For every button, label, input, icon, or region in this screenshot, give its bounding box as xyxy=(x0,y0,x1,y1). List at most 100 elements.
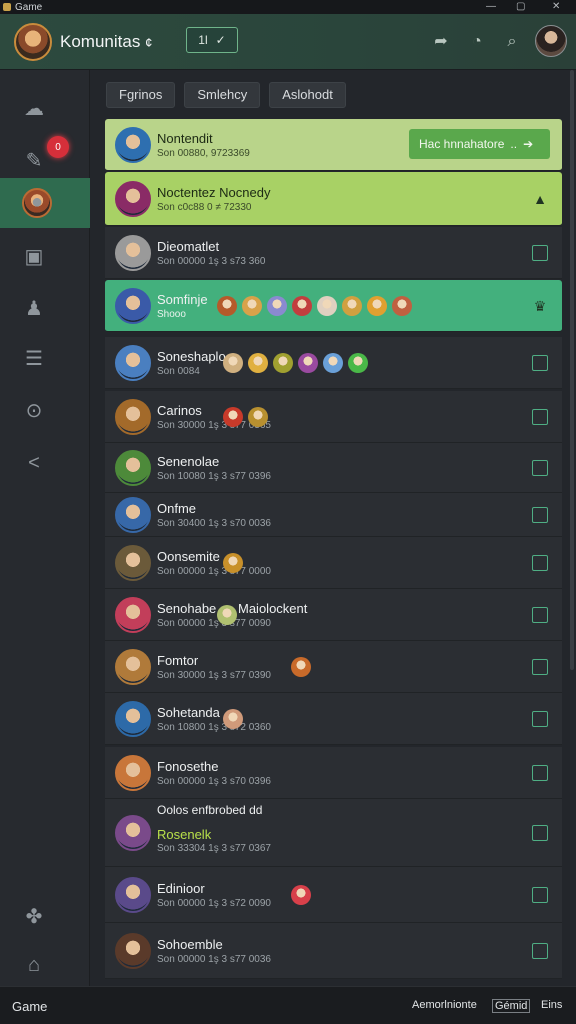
sidebar-item-trash[interactable]: ▣ xyxy=(0,232,90,282)
footer-game-label[interactable]: Game xyxy=(12,999,47,1014)
member-avatar xyxy=(348,353,368,373)
sidebar: ☁ ✎ 0 ● ▣ ♟ ☰ ⊙ < ✤ ⌂ xyxy=(0,70,90,986)
sidebar-item-list[interactable]: ☰ xyxy=(0,334,90,384)
minimize-button[interactable]: — xyxy=(486,0,496,14)
list-item-name: Nontendit xyxy=(157,131,213,146)
member-avatar xyxy=(342,296,362,316)
list-item-subtitle: Son 00000 1ş 3 s73 360 xyxy=(157,256,266,267)
list-item[interactable]: Noctentez Nocnedy Son c0c88 0 ≠ 72330 ▲ xyxy=(105,172,562,226)
sidebar-item-puzzle[interactable]: ✤ xyxy=(0,892,90,942)
member-avatar xyxy=(298,353,318,373)
list-item[interactable]: Senohabe Maiolockent Son 00000 1ş 3 s77 00… xyxy=(105,589,562,641)
footer-link[interactable]: Gémid xyxy=(492,999,531,1013)
avatar[interactable] xyxy=(115,545,151,581)
list-item-name: Senohabe xyxy=(157,601,217,616)
list-item[interactable]: Nontendit Son 00880, 9723369 Hac hnnahator… xyxy=(105,119,562,171)
tab-aslohodt[interactable]: Aslohodt xyxy=(269,82,346,108)
tab-smlehcy[interactable]: Smlehcy xyxy=(184,82,261,108)
footer-center-label[interactable]: Aemorlnionte xyxy=(412,999,477,1011)
people-icon: ♟ xyxy=(25,298,43,320)
sidebar-item-cloud[interactable]: ☁ xyxy=(0,84,90,134)
member-avatar xyxy=(248,407,268,427)
open-icon[interactable] xyxy=(532,245,548,261)
list-item-name: Senenolae xyxy=(157,454,220,469)
tab-fgrinos[interactable]: Fgrinos xyxy=(106,82,176,108)
list-item-subtitle: Son 33304 1ş 3 s77 0367 xyxy=(157,843,271,854)
avatar[interactable] xyxy=(115,877,151,913)
sidebar-item-share[interactable]: < xyxy=(0,438,90,488)
avatar[interactable] xyxy=(115,181,151,217)
open-icon[interactable] xyxy=(532,765,548,781)
accept-button[interactable]: Hac hnnahatore.. ➔ xyxy=(409,129,550,159)
list-item-name: Onfme xyxy=(157,501,197,516)
open-icon[interactable] xyxy=(532,887,548,903)
avatar[interactable] xyxy=(115,933,151,969)
avatar[interactable] xyxy=(115,755,151,791)
list-item-name: Rosenelk xyxy=(157,827,212,842)
maximize-button[interactable]: ▢ xyxy=(516,0,525,14)
open-icon[interactable] xyxy=(532,355,548,371)
member-avatar xyxy=(367,296,387,316)
puzzle-icon: ✤ xyxy=(25,906,43,928)
avatar[interactable] xyxy=(115,649,151,685)
open-icon[interactable] xyxy=(532,555,548,571)
open-icon[interactable] xyxy=(532,659,548,675)
avatar[interactable] xyxy=(115,235,151,271)
avatar[interactable] xyxy=(115,450,151,486)
list-item[interactable]: Sohoemble Son 00000 1ş 3 s77 0036 xyxy=(105,923,562,979)
footer-right-label[interactable]: Eins xyxy=(541,999,562,1011)
avatar[interactable] xyxy=(115,701,151,737)
app-icon xyxy=(3,3,11,11)
open-icon[interactable] xyxy=(532,607,548,623)
list-item-subtitle: Son 00000 1ş 3 s77 0000 xyxy=(157,566,271,577)
avatar[interactable] xyxy=(115,815,151,851)
sidebar-item-home[interactable]: ⌂ xyxy=(0,940,90,990)
header-bar: Komunitas ¢ 1l ✓ ➦ ◔ ⌕ xyxy=(0,14,576,70)
open-icon[interactable] xyxy=(532,825,548,841)
list-item[interactable]: Oolos enfbrobed dd Rosenelk Son 33304 1ş 3… xyxy=(105,799,562,867)
list-item[interactable]: Oonsemite Son 00000 1ş 3 s77 0000 xyxy=(105,537,562,589)
list-item-subtitle: Shooo xyxy=(157,309,186,320)
avatar[interactable] xyxy=(115,345,151,381)
close-button[interactable]: ✕ xyxy=(552,0,560,14)
list-item[interactable]: Soneshaplo Son 0084 xyxy=(105,337,562,389)
avatar[interactable] xyxy=(115,597,151,633)
member-avatar xyxy=(317,296,337,316)
scrollbar[interactable] xyxy=(570,70,574,670)
list-item[interactable]: Somfinje Shooo ♛ xyxy=(105,280,562,332)
open-icon[interactable] xyxy=(532,711,548,727)
user-avatar[interactable] xyxy=(535,25,567,57)
community-avatar[interactable] xyxy=(14,23,52,61)
open-icon[interactable] xyxy=(532,507,548,523)
sidebar-item-people[interactable]: ♟ xyxy=(0,284,90,334)
member-avatar xyxy=(291,657,311,677)
list-item[interactable]: Senenolae Son 10080 1ş 3 s77 0396 xyxy=(105,443,562,493)
list-item[interactable]: Fomtor Son 30000 1ş 3 s77 0390 xyxy=(105,641,562,693)
list-item-subtitle: Son 10080 1ş 3 s77 0396 xyxy=(157,471,271,482)
row-action-icon[interactable]: ♛ xyxy=(532,298,548,314)
share-icon[interactable]: ➦ xyxy=(431,32,451,52)
accept-button-label: Hac hnnahatore xyxy=(419,137,505,151)
list-item[interactable]: Fonosethe Son 00000 1ş 3 s70 0396 xyxy=(105,747,562,799)
sidebar-item-profile[interactable]: ● xyxy=(0,178,90,228)
open-icon[interactable] xyxy=(532,460,548,476)
avatar[interactable] xyxy=(115,288,151,324)
sidebar-item-help[interactable]: ⊙ xyxy=(0,386,90,436)
open-icon[interactable] xyxy=(532,943,548,959)
status-chip[interactable]: 1l ✓ xyxy=(186,27,238,53)
open-icon[interactable] xyxy=(532,409,548,425)
profile-icon: ● xyxy=(22,188,52,218)
list-item-subtitle: Son 30400 1ş 3 s70 0036 xyxy=(157,518,271,529)
list-item-name: Fomtor xyxy=(157,653,199,668)
list-item[interactable]: Carinos Son 30000 1ş 3 s77 0365 xyxy=(105,391,562,443)
list-item[interactable]: Edinioor Son 00000 1ş 3 s72 0090 xyxy=(105,867,562,923)
row-action-icon[interactable]: ▲ xyxy=(532,191,548,207)
clock-icon[interactable]: ◔ xyxy=(467,32,487,52)
search-icon[interactable]: ⌕ xyxy=(502,32,522,52)
list-item[interactable]: Dieomatlet Son 00000 1ş 3 s73 360 xyxy=(105,227,562,279)
list-item[interactable]: Sohetanda Son 10800 1ş 3 s72 0360 xyxy=(105,693,562,745)
avatar[interactable] xyxy=(115,127,151,163)
avatar[interactable] xyxy=(115,399,151,435)
list-item[interactable]: Onfme Son 30400 1ş 3 s70 0036 xyxy=(105,493,562,537)
avatar[interactable] xyxy=(115,497,151,533)
